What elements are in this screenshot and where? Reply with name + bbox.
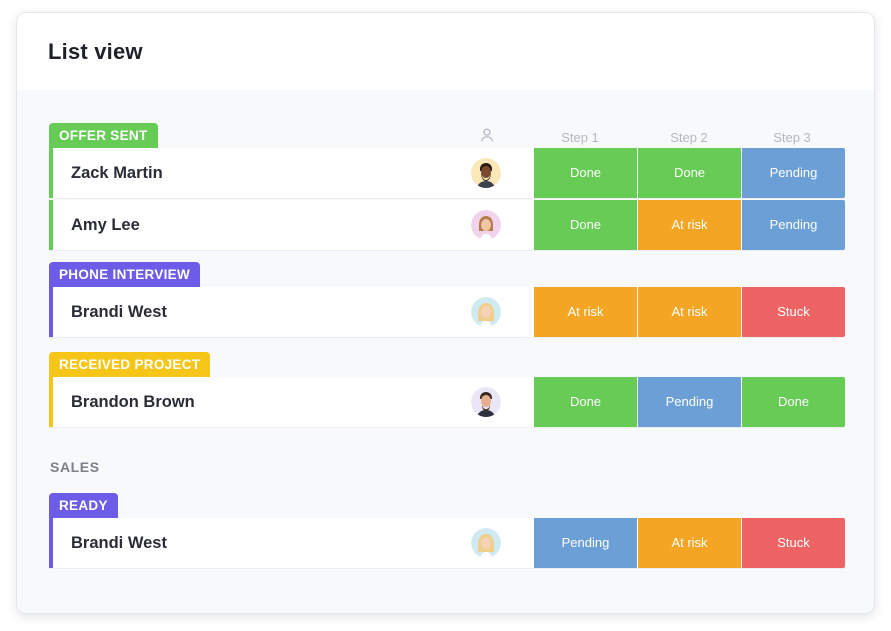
- page-title: List view: [48, 39, 143, 64]
- status-cell[interactable]: Stuck: [742, 518, 845, 568]
- status-cell[interactable]: At risk: [534, 287, 637, 337]
- avatar[interactable]: [471, 158, 501, 188]
- group-tag-phone-interview[interactable]: PHONE INTERVIEW: [49, 262, 201, 287]
- group-tag-ready[interactable]: READY: [49, 493, 118, 518]
- group-tag-offer-sent[interactable]: OFFER SENT: [49, 123, 158, 148]
- status-cell[interactable]: Pending: [534, 518, 637, 568]
- status-cell[interactable]: Done: [534, 148, 637, 198]
- table-row[interactable]: Brandi West Pending At risk Stuck: [49, 518, 845, 569]
- card-header: List view: [17, 13, 874, 90]
- table-row[interactable]: Brandi West At risk At risk Stuck: [49, 287, 845, 338]
- avatar[interactable]: [471, 297, 501, 327]
- assignee-column-icon[interactable]: [479, 127, 495, 143]
- status-cell[interactable]: Pending: [742, 148, 845, 198]
- candidate-name: Amy Lee: [71, 216, 140, 234]
- group-color-bar: [49, 200, 53, 250]
- table-row[interactable]: Brandon Brown Done Pending Done: [49, 377, 845, 428]
- status-cell[interactable]: At risk: [638, 518, 741, 568]
- group-color-bar: [49, 377, 53, 427]
- status-cell[interactable]: Stuck: [742, 287, 845, 337]
- candidate-name: Brandi West: [71, 303, 167, 321]
- status-cell[interactable]: Pending: [638, 377, 741, 427]
- candidate-name: Brandi West: [71, 534, 167, 552]
- group-color-bar: [49, 287, 53, 337]
- avatar[interactable]: [471, 210, 501, 240]
- section-label-sales[interactable]: SALES: [50, 459, 100, 475]
- status-cell[interactable]: At risk: [638, 287, 741, 337]
- status-cell[interactable]: At risk: [638, 200, 741, 250]
- avatar[interactable]: [471, 528, 501, 558]
- table-row[interactable]: Zack Martin Done Done Pending: [49, 148, 845, 199]
- candidate-name: Zack Martin: [71, 164, 163, 182]
- candidate-name: Brandon Brown: [71, 393, 195, 411]
- list-content: Step 1 Step 2 Step 3 OFFER SENT Zack Mar…: [17, 90, 874, 613]
- column-header-step-2[interactable]: Step 2: [639, 130, 739, 145]
- table-row[interactable]: Amy Lee Done At risk Pending: [49, 200, 845, 251]
- column-header-step-1[interactable]: Step 1: [530, 130, 630, 145]
- group-tag-received-project[interactable]: RECEIVED PROJECT: [49, 352, 211, 377]
- status-cell[interactable]: Done: [638, 148, 741, 198]
- group-color-bar: [49, 518, 53, 568]
- column-header-step-3[interactable]: Step 3: [742, 130, 842, 145]
- group-color-bar: [49, 148, 53, 198]
- status-cell[interactable]: Pending: [742, 200, 845, 250]
- avatar[interactable]: [471, 387, 501, 417]
- status-cell[interactable]: Done: [534, 200, 637, 250]
- status-cell[interactable]: Done: [534, 377, 637, 427]
- status-cell[interactable]: Done: [742, 377, 845, 427]
- list-view-card: List view Step 1 Step 2 Step 3 OFFER SEN…: [16, 12, 875, 614]
